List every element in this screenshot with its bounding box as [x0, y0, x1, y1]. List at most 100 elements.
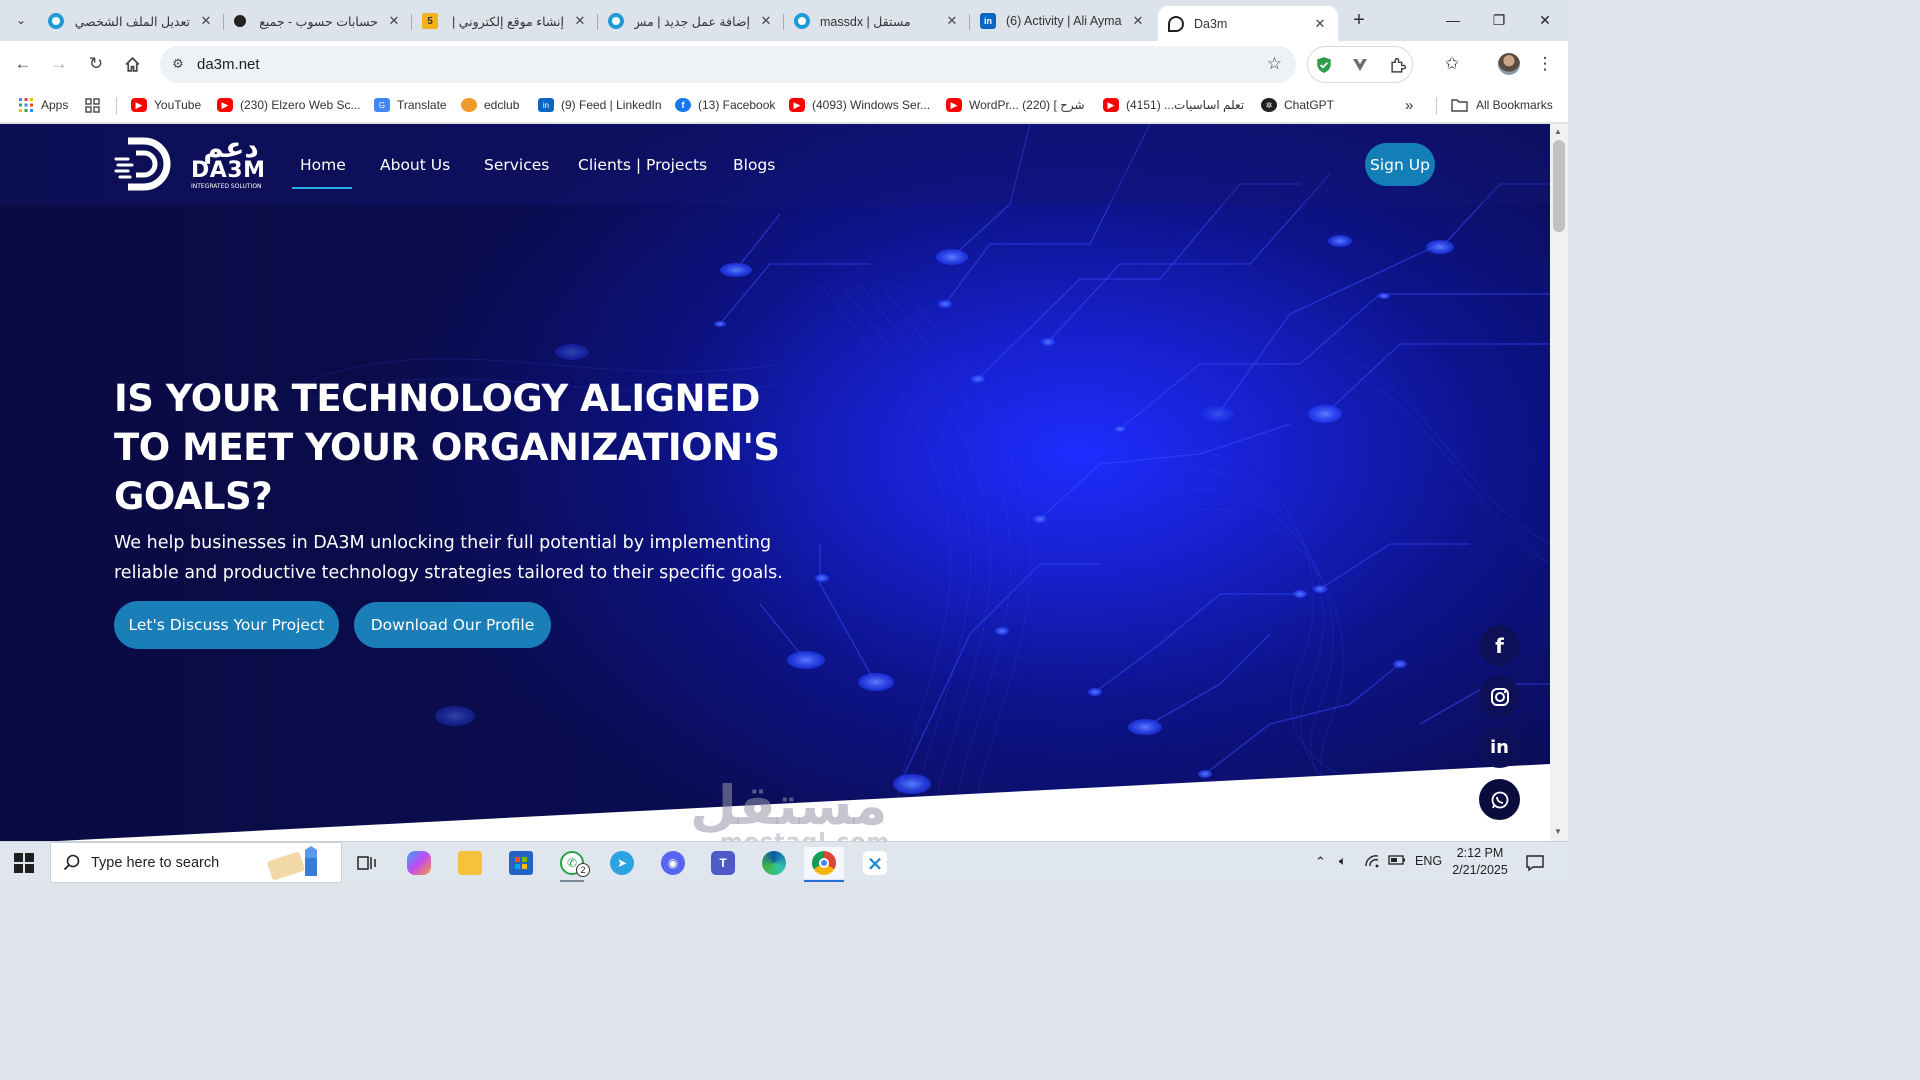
- tab-6[interactable]: in (6) Activity | Ali Ayma ✕: [970, 6, 1156, 36]
- hero-title: IS YOUR TECHNOLOGY ALIGNED TO MEET YOUR …: [114, 377, 780, 518]
- input-language[interactable]: ENG: [1415, 854, 1442, 868]
- bookmark-elzero[interactable]: ▶ (230) Elzero Web Sc...: [217, 95, 361, 115]
- taskbar-store[interactable]: [501, 847, 541, 879]
- taskbar-file-explorer[interactable]: [450, 847, 490, 879]
- nav-services[interactable]: Services: [484, 156, 549, 174]
- profile-button[interactable]: [1494, 49, 1524, 79]
- windows-logo-icon: [14, 864, 23, 873]
- bookmark-translate[interactable]: G Translate: [374, 95, 447, 115]
- close-tab-icon[interactable]: ✕: [198, 13, 214, 29]
- avatar: [1498, 53, 1520, 75]
- linkedin-link[interactable]: in: [1479, 727, 1520, 768]
- nav-about-us[interactable]: About Us: [380, 156, 450, 174]
- taskbar-chrome[interactable]: [804, 847, 844, 882]
- address-bar[interactable]: ⚙ da3m.net ☆: [160, 46, 1296, 83]
- sign-up-button[interactable]: Sign Up: [1365, 143, 1435, 186]
- system-clock[interactable]: 2:12 PM 2/21/2025: [1446, 845, 1514, 879]
- da3m-logo-mark-icon: [114, 137, 171, 191]
- bookmark-windows-server[interactable]: ▶ (4093) Windows Ser...: [789, 95, 930, 115]
- youtube-icon: ▶: [789, 98, 805, 112]
- shield-extension-icon[interactable]: [1314, 55, 1334, 75]
- scroll-up-icon[interactable]: ▲: [1554, 127, 1562, 136]
- linkedin-icon: in: [538, 98, 554, 112]
- bookmark-apps[interactable]: Apps: [18, 95, 68, 115]
- home-button[interactable]: [117, 49, 147, 79]
- bookmark-star-icon[interactable]: ☆: [1267, 54, 1282, 74]
- scroll-down-icon[interactable]: ▼: [1554, 827, 1562, 836]
- windows-taskbar: Type here to search ✆ 2 ➤ ◉ T ⨯ ⌃ 🔈︎ ENG…: [0, 841, 1568, 883]
- minimize-button[interactable]: —: [1430, 0, 1476, 40]
- chevron-down-icon: ⌄: [15, 13, 27, 27]
- folder-icon: [1451, 99, 1468, 112]
- youtube-icon: ▶: [1103, 98, 1119, 112]
- tab-2[interactable]: حسابات حسوب - جميع ✕: [224, 6, 412, 36]
- page-scrollbar[interactable]: ▲ ▼: [1550, 124, 1568, 841]
- close-tab-icon[interactable]: ✕: [758, 13, 774, 29]
- close-tab-icon[interactable]: ✕: [386, 13, 402, 29]
- copilot-icon: [407, 851, 431, 875]
- close-tab-icon[interactable]: ✕: [944, 13, 960, 29]
- chrome-icon: [812, 851, 836, 875]
- nav-clients-projects[interactable]: Clients | Projects: [578, 156, 707, 174]
- whatsapp-link[interactable]: [1479, 779, 1520, 820]
- url-text[interactable]: da3m.net: [197, 56, 260, 73]
- discuss-project-button[interactable]: Let's Discuss Your Project: [114, 601, 339, 649]
- puzzle-extensions-icon[interactable]: [1388, 55, 1408, 75]
- tab-1[interactable]: تعديل الملف الشخصي ✕: [38, 6, 224, 36]
- tab-search-button[interactable]: ⌄: [8, 7, 34, 33]
- bookmarks-panel-button[interactable]: ✩: [1437, 49, 1467, 79]
- tab-7-active[interactable]: Da3m ✕: [1158, 6, 1338, 41]
- instagram-link[interactable]: [1479, 676, 1520, 717]
- da3m-logo[interactable]: دعم DA3M INTEGRATED SOLUTION: [114, 131, 274, 193]
- bookmark-edclub[interactable]: edclub: [461, 95, 519, 115]
- new-tab-button[interactable]: +: [1346, 8, 1372, 34]
- bookmark-linkedin[interactable]: in (9) Feed | LinkedIn: [538, 95, 662, 115]
- bookmark-wordpress[interactable]: ▶ WordPr... شرح ] (220): [946, 95, 1085, 115]
- tab-3[interactable]: 5 إنشاء موقع إلكتروني | ✕: [412, 6, 598, 36]
- task-view-button[interactable]: [347, 847, 387, 879]
- scrollbar-thumb[interactable]: [1553, 140, 1565, 232]
- nav-blogs[interactable]: Blogs: [733, 156, 775, 174]
- reload-button[interactable]: ↻: [81, 49, 111, 79]
- close-tab-icon[interactable]: ✕: [1312, 16, 1328, 32]
- taskbar-teams[interactable]: T: [703, 847, 743, 879]
- site-settings-icon[interactable]: ⚙: [168, 54, 188, 74]
- taskbar-search[interactable]: Type here to search: [50, 842, 342, 883]
- bookmarks-overflow-button[interactable]: »: [1405, 95, 1413, 115]
- taskbar-discord[interactable]: ◉: [653, 847, 693, 879]
- volume-icon[interactable]: 🔈︎: [1339, 854, 1347, 869]
- bookmark-chatgpt[interactable]: ✲ ChatGPT: [1261, 95, 1334, 115]
- close-tab-icon[interactable]: ✕: [572, 13, 588, 29]
- notifications-button[interactable]: [1525, 854, 1545, 875]
- discord-icon: ◉: [661, 851, 685, 875]
- wifi-icon[interactable]: [1364, 854, 1380, 871]
- tab-4[interactable]: إضافة عمل جديد | مس ✕: [598, 6, 784, 36]
- menu-button[interactable]: ⋮: [1530, 49, 1560, 79]
- forward-button[interactable]: →: [44, 49, 74, 79]
- close-tab-icon[interactable]: ✕: [1130, 13, 1146, 29]
- facebook-link[interactable]: f: [1479, 625, 1520, 666]
- nav-home[interactable]: Home: [300, 156, 346, 174]
- bookmark-facebook[interactable]: f (13) Facebook: [675, 95, 775, 115]
- tray-overflow-icon[interactable]: ⌃: [1315, 854, 1326, 870]
- kebab-menu-icon: ⋮: [1536, 54, 1554, 73]
- download-profile-button[interactable]: Download Our Profile: [354, 602, 551, 648]
- tab-5[interactable]: massdx | مستقل ✕: [784, 6, 970, 36]
- battery-icon[interactable]: [1388, 854, 1406, 869]
- back-button[interactable]: ←: [8, 49, 38, 79]
- all-bookmarks-button[interactable]: All Bookmarks: [1451, 95, 1553, 115]
- bookmark-learn-basics[interactable]: ▶ تعلم اساسيات... (4151): [1103, 95, 1244, 115]
- taskbar-copilot[interactable]: [399, 847, 439, 879]
- bookmarks-bar: Apps ▶ YouTube ▶ (230) Elzero Web Sc... …: [0, 88, 1568, 123]
- windows-start-button[interactable]: [14, 853, 34, 873]
- bookmark-youtube[interactable]: ▶ YouTube: [131, 95, 201, 115]
- arrow-right-icon: →: [50, 54, 68, 73]
- taskbar-vscode[interactable]: ⨯: [855, 847, 895, 879]
- tab-groups-button[interactable]: [85, 95, 100, 115]
- vue-devtools-icon[interactable]: [1350, 55, 1370, 75]
- taskbar-telegram[interactable]: ➤: [602, 847, 642, 879]
- taskbar-whatsapp[interactable]: ✆ 2: [552, 847, 592, 882]
- taskbar-edge[interactable]: [754, 847, 794, 879]
- close-window-button[interactable]: ✕: [1522, 0, 1568, 40]
- restore-button[interactable]: ❐: [1476, 0, 1522, 40]
